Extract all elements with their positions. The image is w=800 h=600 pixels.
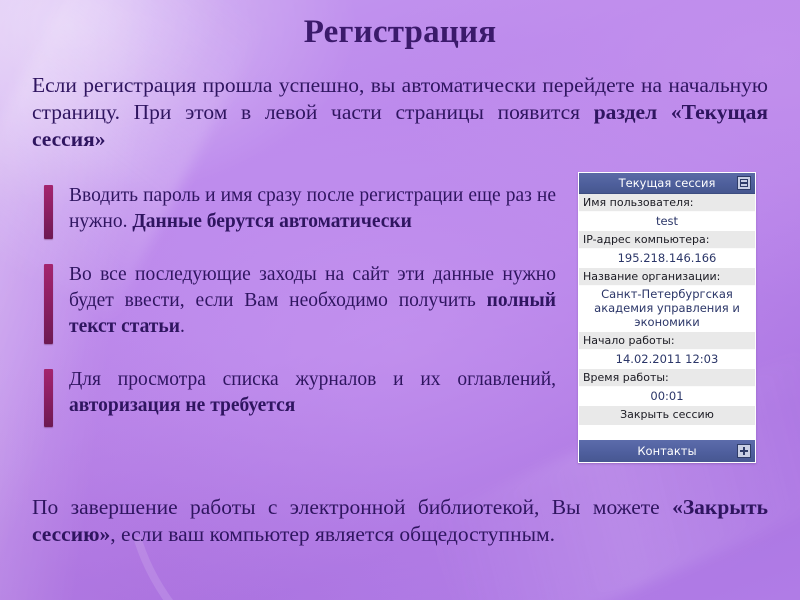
bullet-item: Для просмотра списка журналов и их оглав… [44,367,556,427]
outro-paragraph: По завершение работы с электронной библи… [32,494,768,548]
organization-label: Название организации: [579,268,755,286]
session-panel-body: Имя пользователя: test IP-адрес компьюте… [579,194,755,439]
bullet-text-tail: . [179,316,185,337]
username-label: Имя пользователя: [579,194,755,212]
bullet-list: Вводить пароль и имя сразу после регистр… [44,183,556,427]
elapsed-time-label: Время работы: [579,369,755,387]
expand-plus-box-icon[interactable] [737,444,751,458]
slide-canvas: Регистрация Если регистрация прошла успе… [0,0,800,600]
ip-address-label: IP-адрес компьютера: [579,231,755,249]
bullet-text: Для просмотра списка журналов и их оглав… [69,367,556,419]
contacts-panel-title: Контакты [637,444,697,458]
bullet-text-bold: Данные берутся автоматически [132,211,412,232]
slide-title: Регистрация [303,14,497,50]
bullet-marker-icon [44,264,53,344]
outro-tail: , если ваш компьютер является общедоступ… [110,522,555,546]
outro-lead: По завершение работы с электронной библи… [32,495,673,519]
organization-value: Санкт-Петербургская академия управления … [579,286,755,332]
bullet-text: Вводить пароль и имя сразу после регистр… [69,183,556,235]
start-time-value: 14.02.2011 12:03 [579,350,755,369]
minimize-box-icon[interactable] [737,176,751,190]
start-time-label: Начало работы: [579,332,755,350]
bullet-marker-icon [44,185,53,239]
bullet-text-plain: Для просмотра списка журналов и их оглав… [69,369,556,390]
ip-address-value: 195.218.146.166 [579,249,755,268]
elapsed-time-value: 00:01 [579,387,755,406]
bullet-text-plain: Во все последующие заходы на сайт эти да… [69,264,556,311]
panel-spacer [579,425,755,439]
bullet-text-bold: авторизация не требуется [69,395,296,416]
intro-paragraph: Если регистрация прошла успешно, вы авто… [32,72,768,153]
current-session-widget: Текущая сессия Имя пользователя: test IP… [578,172,756,463]
bullet-item: Вводить пароль и имя сразу после регистр… [44,183,556,239]
bullet-marker-icon [44,369,53,427]
session-panel-header[interactable]: Текущая сессия [579,173,755,194]
bullet-text: Во все последующие заходы на сайт эти да… [69,262,556,340]
close-session-button[interactable]: Закрыть сессию [579,406,755,425]
username-value: test [579,212,755,231]
session-panel-title: Текущая сессия [618,176,716,190]
bullet-item: Во все последующие заходы на сайт эти да… [44,262,556,344]
contacts-panel-header[interactable]: Контакты [579,439,755,462]
